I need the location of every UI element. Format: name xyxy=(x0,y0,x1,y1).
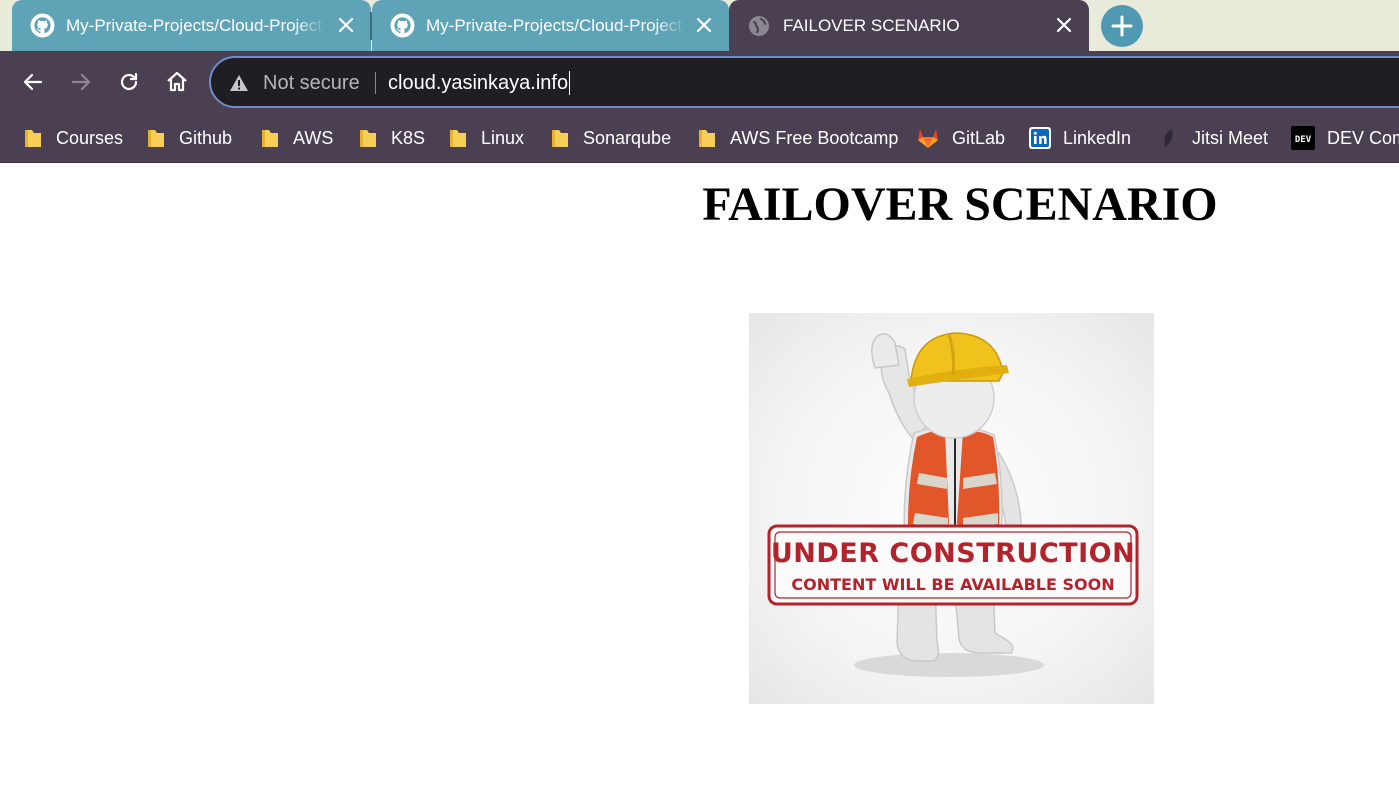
bookmark-linux[interactable]: Linux xyxy=(447,123,524,153)
bookmark-label: Github xyxy=(179,127,233,148)
bookmark-jitsi-meet[interactable]: Jitsi Meet xyxy=(1158,123,1268,153)
bookmark-label: Sonarqube xyxy=(583,127,672,148)
jitsi-icon xyxy=(1164,129,1173,147)
bookmark-label: DEV Com xyxy=(1327,127,1399,148)
bookmark-label: LinkedIn xyxy=(1063,127,1132,148)
reload-button[interactable] xyxy=(111,64,147,100)
globe-icon xyxy=(749,16,769,36)
bookmark-github[interactable]: Github xyxy=(145,123,232,153)
bookmark-label: AWS xyxy=(293,127,334,148)
warning-icon[interactable] xyxy=(229,74,249,92)
folder-icon xyxy=(360,130,376,147)
bookmark-aws[interactable]: AWS xyxy=(259,123,333,153)
reload-icon xyxy=(120,72,138,91)
page-content: FAILOVER SCENARIO UNDER CONSTRUCTION CON… xyxy=(0,164,1399,796)
omnibox-divider xyxy=(375,72,376,94)
bookmark-gitlab[interactable]: GitLab xyxy=(916,123,1005,153)
bookmark-label: Jitsi Meet xyxy=(1192,127,1269,148)
new-tab-button[interactable] xyxy=(1101,5,1143,47)
bookmark-aws-free-bootcamp[interactable]: AWS Free Bootcamp xyxy=(696,123,898,153)
dev-icon: DEV xyxy=(1291,126,1315,150)
under-construction-stamp: UNDER CONSTRUCTION CONTENT WILL BE AVAIL… xyxy=(767,524,1139,606)
folder-icon xyxy=(25,130,41,147)
bookmarks-bar: Courses Github AWS K8S Linux Sonarqube A… xyxy=(0,113,1399,163)
bookmark-sonarqube[interactable]: Sonarqube xyxy=(549,123,671,153)
gitlab-icon xyxy=(918,129,938,148)
folder-icon xyxy=(450,130,466,147)
tab-github-2[interactable]: My-Private-Projects/Cloud-Project xyxy=(372,0,729,51)
bookmark-label: AWS Free Bootcamp xyxy=(730,127,899,148)
arrow-right-icon xyxy=(71,73,91,91)
folder-icon xyxy=(699,130,715,147)
home-icon xyxy=(167,71,187,92)
bookmark-dev-community[interactable]: DEV DEV Com xyxy=(1291,123,1399,153)
folder-icon xyxy=(552,130,568,147)
bookmark-label: Courses xyxy=(56,127,124,148)
tab-title: My-Private-Projects/Cloud-Project xyxy=(66,16,323,35)
construction-worker-illustration: UNDER CONSTRUCTION CONTENT WILL BE AVAIL… xyxy=(767,332,1139,677)
tab-title: FAILOVER SCENARIO xyxy=(783,16,960,35)
bookmark-label: GitLab xyxy=(952,127,1006,148)
address-bar[interactable]: Not secure cloud.yasinkaya.info xyxy=(209,56,1399,108)
page-heading: FAILOVER SCENARIO xyxy=(702,178,1218,231)
stamp-title: UNDER CONSTRUCTION xyxy=(771,538,1135,569)
bookmark-k8s[interactable]: K8S xyxy=(357,123,425,153)
bookmark-linkedin[interactable]: LinkedIn xyxy=(1029,123,1131,153)
bookmark-label: K8S xyxy=(391,127,426,148)
stamp-subtitle: CONTENT WILL BE AVAILABLE SOON xyxy=(791,575,1114,594)
tab-strip: My-Private-Projects/Cloud-Project My-Pri… xyxy=(0,0,1399,51)
under-construction-image: UNDER CONSTRUCTION CONTENT WILL BE AVAIL… xyxy=(749,313,1154,704)
url-text[interactable]: cloud.yasinkaya.info xyxy=(388,71,571,95)
github-icon xyxy=(390,13,415,38)
close-tab-icon[interactable] xyxy=(1053,14,1075,36)
tab-github-1[interactable]: My-Private-Projects/Cloud-Project xyxy=(12,0,371,51)
plus-icon xyxy=(1111,15,1133,37)
folder-icon xyxy=(148,130,164,147)
home-button[interactable] xyxy=(159,64,195,100)
linkedin-icon xyxy=(1029,127,1051,149)
back-button[interactable] xyxy=(15,64,51,100)
arrow-left-icon xyxy=(23,73,43,91)
tab-title: My-Private-Projects/Cloud-Project xyxy=(426,16,683,35)
svg-text:DEV: DEV xyxy=(1295,135,1312,145)
tab-failover-scenario[interactable]: FAILOVER SCENARIO xyxy=(729,0,1089,51)
folder-icon xyxy=(262,130,278,147)
forward-button[interactable] xyxy=(63,64,99,100)
browser-toolbar: Not secure cloud.yasinkaya.info xyxy=(0,51,1399,113)
github-icon xyxy=(30,13,55,38)
security-status-label[interactable]: Not secure xyxy=(263,71,360,95)
bookmark-label: Linux xyxy=(481,127,525,148)
close-tab-icon[interactable] xyxy=(693,14,715,36)
bookmark-courses[interactable]: Courses xyxy=(22,123,123,153)
close-tab-icon[interactable] xyxy=(335,14,357,36)
